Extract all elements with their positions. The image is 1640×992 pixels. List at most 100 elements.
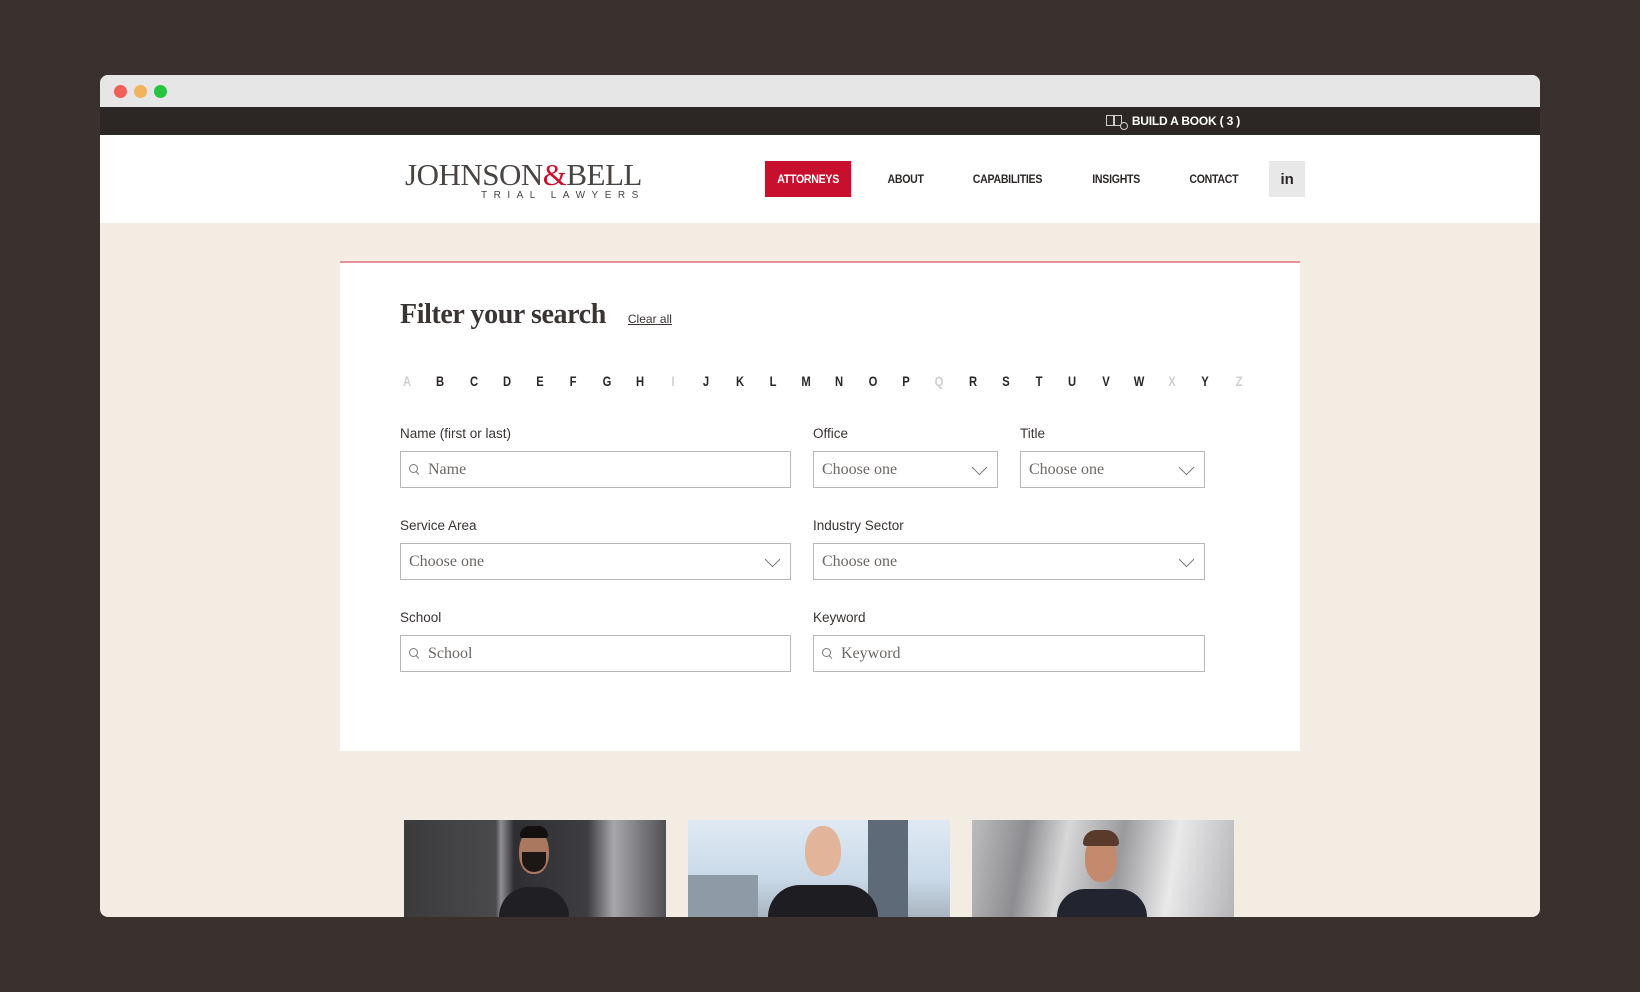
main-nav: ATTORNEYS ABOUT CAPABILITIES INSIGHTS CO… <box>759 161 1306 197</box>
keyword-field-group: Keyword Keyword <box>813 610 1205 672</box>
alpha-letter-g[interactable]: G <box>601 373 612 389</box>
attorney-hair <box>520 826 548 838</box>
keyword-input[interactable]: Keyword <box>813 635 1205 672</box>
attorney-suit <box>768 885 878 917</box>
keyword-placeholder: Keyword <box>841 644 901 662</box>
office-selected: Choose one <box>822 460 898 478</box>
alpha-letter-a: A <box>402 373 412 389</box>
alpha-letter-e[interactable]: E <box>534 373 545 389</box>
name-field-group: Name (first or last) Name <box>400 426 791 488</box>
utility-bar: BUILD A BOOK ( 3 ) <box>100 107 1540 135</box>
industry-sector-selected: Choose one <box>822 552 898 570</box>
alpha-letter-t[interactable]: T <box>1033 373 1044 389</box>
industry-sector-label: Industry Sector <box>813 518 904 533</box>
alpha-letter-m[interactable]: M <box>801 373 812 389</box>
name-placeholder: Name <box>428 460 467 478</box>
attorney-face <box>805 826 841 876</box>
alpha-letter-c[interactable]: C <box>468 373 479 389</box>
alpha-letter-i: I <box>671 373 675 389</box>
attorney-results <box>404 820 1234 917</box>
logo-tagline: TRIAL LAWYERS <box>481 190 645 201</box>
alpha-letter-n[interactable]: N <box>834 373 845 389</box>
alpha-letter-j[interactable]: J <box>701 373 712 389</box>
browser-window: BUILD A BOOK ( 3 ) JOHNSON&BELL TRIAL LA… <box>100 75 1540 917</box>
nav-capabilities[interactable]: CAPABILITIES <box>961 161 1055 197</box>
attorney-photo-1[interactable] <box>404 820 666 917</box>
nav-insights[interactable]: INSIGHTS <box>1080 161 1152 197</box>
attorney-suit <box>1057 889 1147 917</box>
city-skyline <box>688 875 758 917</box>
service-area-selected: Choose one <box>409 552 485 570</box>
attorney-photo-3[interactable] <box>972 820 1234 917</box>
filter-header: Filter your search Clear all <box>400 299 672 331</box>
filter-title: Filter your search <box>400 299 606 330</box>
alpha-letter-u[interactable]: U <box>1067 373 1078 389</box>
book-icon <box>1105 114 1128 130</box>
nav-attorneys[interactable]: ATTORNEYS <box>764 161 852 197</box>
search-icon <box>409 648 420 659</box>
alpha-letter-b[interactable]: B <box>435 373 446 389</box>
alpha-letter-q: Q <box>934 373 944 389</box>
chevron-down-icon <box>971 459 988 476</box>
search-icon <box>822 648 833 659</box>
title-label: Title <box>1020 426 1046 441</box>
alphabet-filter: A B C D E F G H I J K L M N O P Q R S T U V W X Y Z <box>400 373 1246 389</box>
alpha-letter-o[interactable]: O <box>867 373 878 389</box>
alpha-letter-d[interactable]: D <box>501 373 512 389</box>
school-placeholder: School <box>428 644 473 662</box>
alpha-letter-k[interactable]: K <box>734 373 745 389</box>
alpha-letter-r[interactable]: R <box>967 373 978 389</box>
chevron-down-icon <box>1178 459 1195 476</box>
keyword-label: Keyword <box>813 610 866 625</box>
search-icon <box>409 464 420 475</box>
alpha-letter-h[interactable]: H <box>634 373 645 389</box>
school-input[interactable]: School <box>400 635 791 672</box>
logo-bell: BELL <box>566 157 642 192</box>
office-field-group: Office Choose one <box>813 426 998 488</box>
nav-contact[interactable]: CONTACT <box>1177 161 1251 197</box>
alpha-letter-x: X <box>1168 373 1176 389</box>
logo-ampersand: & <box>542 157 567 192</box>
build-a-book-link[interactable]: BUILD A BOOK ( 3 ) <box>1105 114 1240 130</box>
filter-panel: Filter your search Clear all A B C D E F G H I J K… <box>340 261 1300 751</box>
site-logo[interactable]: JOHNSON&BELL TRIAL LAWYERS <box>405 159 645 201</box>
minimize-window-button[interactable] <box>134 85 147 98</box>
school-field-group: School School <box>400 610 791 672</box>
industry-sector-field-group: Industry Sector Choose one <box>813 518 1205 580</box>
industry-sector-select[interactable]: Choose one <box>813 543 1205 580</box>
office-select[interactable]: Choose one <box>813 451 998 488</box>
alpha-letter-y[interactable]: Y <box>1200 373 1211 389</box>
name-input[interactable]: Name <box>400 451 791 488</box>
service-area-select[interactable]: Choose one <box>400 543 791 580</box>
alpha-letter-w[interactable]: W <box>1133 373 1145 389</box>
maximize-window-button[interactable] <box>154 85 167 98</box>
attorney-hair <box>1083 830 1119 846</box>
office-label: Office <box>813 426 849 441</box>
alpha-letter-z: Z <box>1235 373 1243 389</box>
school-label: School <box>400 610 442 625</box>
nav-about[interactable]: ABOUT <box>875 161 936 197</box>
alpha-letter-s[interactable]: S <box>1000 373 1011 389</box>
close-window-button[interactable] <box>114 85 127 98</box>
title-select[interactable]: Choose one <box>1020 451 1205 488</box>
title-selected: Choose one <box>1029 460 1105 478</box>
clear-all-link[interactable]: Clear all <box>628 312 672 326</box>
logo-wordmark: JOHNSON&BELL <box>405 159 645 190</box>
title-field-group: Title Choose one <box>1020 426 1205 488</box>
service-area-field-group: Service Area Choose one <box>400 518 791 580</box>
chevron-down-icon <box>764 551 781 568</box>
service-area-label: Service Area <box>400 518 477 533</box>
alpha-letter-f[interactable]: F <box>568 373 579 389</box>
linkedin-icon[interactable]: in <box>1269 161 1306 197</box>
logo-johnson: JOHNSON <box>405 157 543 192</box>
alpha-letter-l[interactable]: L <box>767 373 778 389</box>
site-header: JOHNSON&BELL TRIAL LAWYERS ATTORNEYS ABO… <box>100 135 1540 223</box>
chevron-down-icon <box>1178 551 1195 568</box>
alpha-letter-v[interactable]: V <box>1100 373 1111 389</box>
browser-titlebar <box>100 75 1540 107</box>
alpha-letter-p[interactable]: P <box>900 373 911 389</box>
name-label: Name (first or last) <box>400 426 512 441</box>
attorney-photo-2[interactable] <box>688 820 950 917</box>
build-a-book-label: BUILD A BOOK ( 3 ) <box>1131 114 1240 128</box>
attorney-suit <box>499 887 569 917</box>
